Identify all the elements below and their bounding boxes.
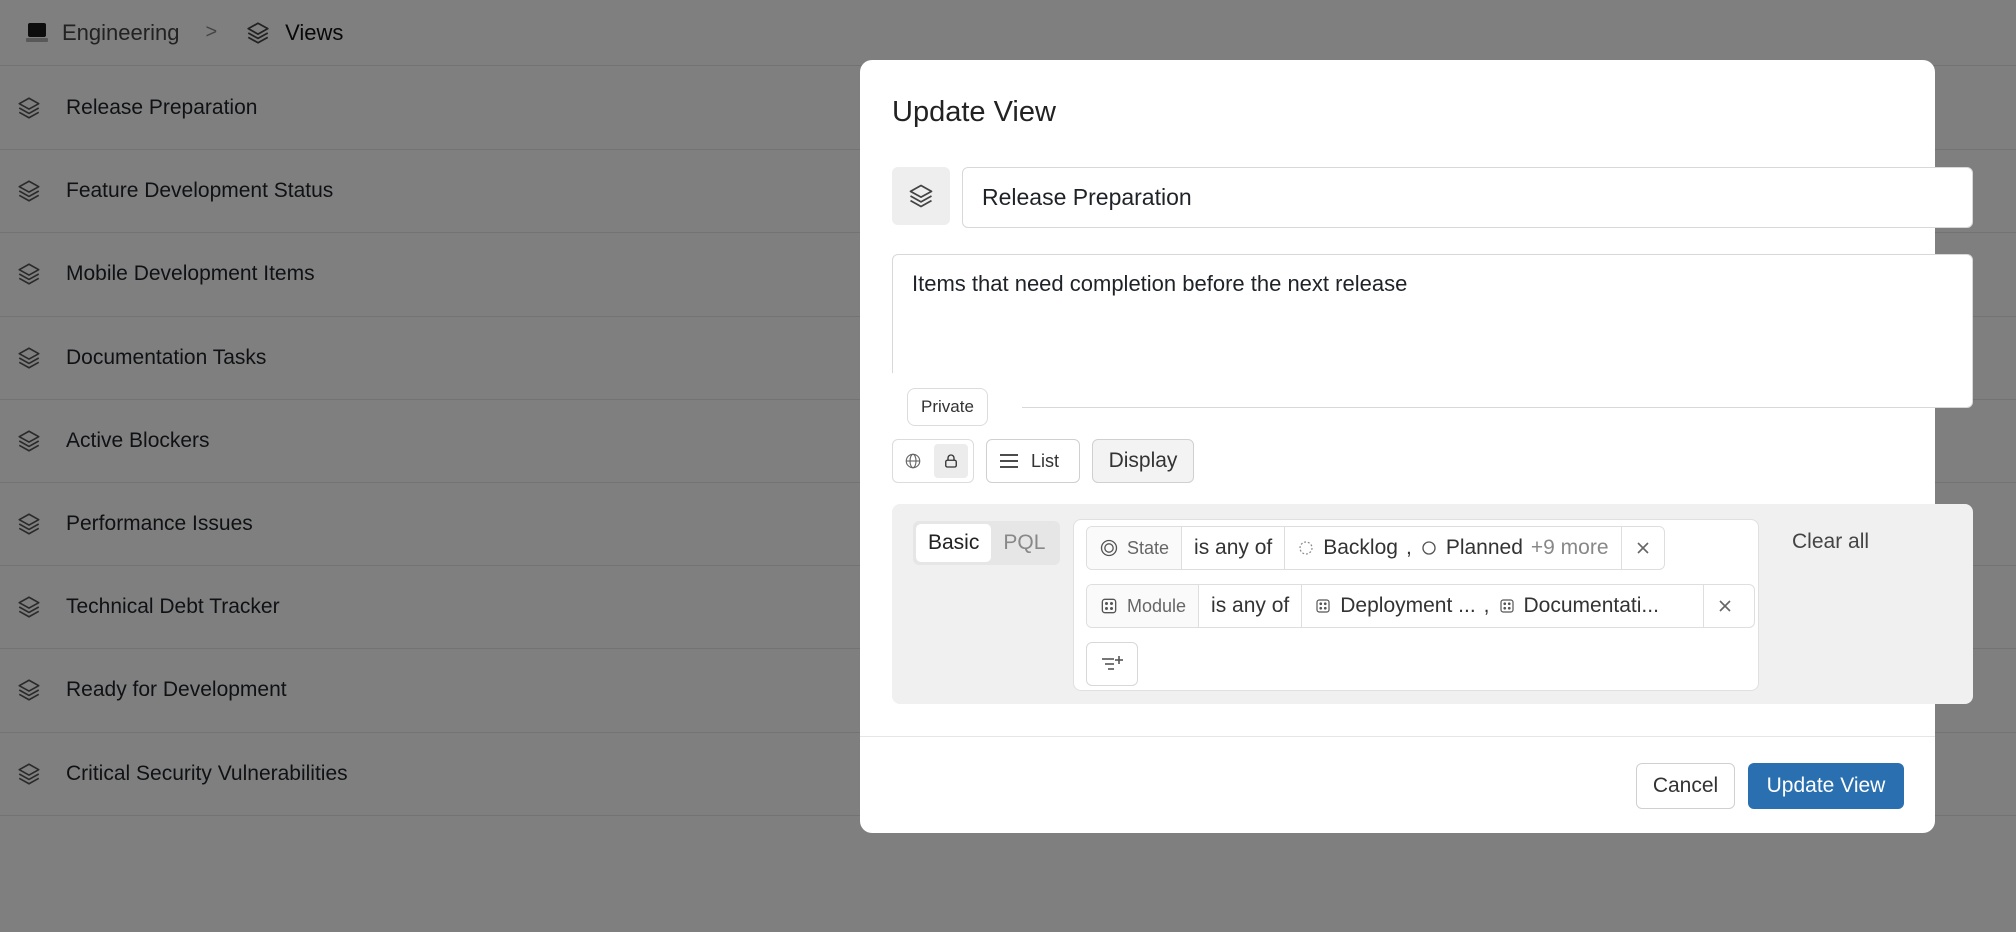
public-access-option[interactable]: [896, 444, 930, 478]
module-icon: [1498, 597, 1516, 615]
filter-operator[interactable]: is any of: [1182, 527, 1286, 569]
remove-filter-button[interactable]: [1622, 527, 1664, 569]
lock-icon: [942, 452, 960, 470]
clear-all-filters-button[interactable]: Clear all: [1792, 530, 1869, 554]
cancel-button[interactable]: Cancel: [1636, 763, 1735, 809]
add-filter-button[interactable]: [1086, 642, 1138, 686]
view-name-input[interactable]: [962, 167, 1973, 228]
filter-value: Documentati...: [1523, 594, 1659, 617]
modal-title: Update View: [892, 96, 1056, 128]
filter-panel: Basic PQL State is any of Backlog , Plan…: [892, 504, 1973, 704]
filter-row-state: State is any of Backlog , Planned +9 mor…: [1086, 526, 1665, 570]
filter-operator[interactable]: is any of: [1199, 585, 1303, 627]
tab-basic[interactable]: Basic: [916, 524, 992, 562]
tab-pql[interactable]: PQL: [991, 524, 1057, 562]
module-icon: [1314, 597, 1332, 615]
filter-list: State is any of Backlog , Planned +9 mor…: [1073, 519, 1759, 691]
backlog-state-icon: [1297, 539, 1315, 557]
access-toggle[interactable]: [892, 439, 974, 483]
update-view-button[interactable]: Update View: [1748, 763, 1904, 809]
globe-icon: [904, 452, 922, 470]
module-icon: [1099, 596, 1119, 616]
layout-dropdown[interactable]: List: [986, 439, 1080, 483]
value-separator: ,: [1483, 594, 1490, 617]
filter-property[interactable]: State: [1087, 527, 1183, 569]
value-separator: ,: [1405, 536, 1412, 559]
more-values-count: +9 more: [1530, 536, 1609, 559]
update-view-modal: Update View Items that need completion b…: [860, 60, 1973, 833]
filter-mode-tabs: Basic PQL: [913, 521, 1061, 565]
list-icon: [999, 453, 1019, 469]
access-tooltip: Private: [907, 388, 988, 426]
close-icon: [1718, 599, 1732, 613]
layers-icon: [907, 182, 935, 210]
filter-value: Planned: [1445, 536, 1523, 559]
modal-footer-divider: [860, 736, 1935, 737]
remove-filter-button[interactable]: [1704, 585, 1746, 627]
filter-row-module: Module is any of Deployment ... , Docume…: [1086, 584, 1755, 628]
filter-value: Deployment ...: [1340, 594, 1476, 617]
planned-state-icon: [1420, 539, 1438, 557]
display-button[interactable]: Display: [1092, 439, 1194, 483]
filter-values[interactable]: Backlog , Planned +9 more: [1285, 527, 1622, 569]
filter-property-label: Module: [1127, 595, 1187, 616]
view-description-input[interactable]: Items that need completion before the ne…: [892, 254, 1973, 408]
filter-value: Backlog: [1323, 536, 1398, 559]
view-icon-picker[interactable]: [892, 167, 950, 225]
filter-property[interactable]: Module: [1087, 585, 1200, 627]
filter-property-label: State: [1127, 537, 1170, 558]
filter-values[interactable]: Deployment ... , Documentati...: [1302, 585, 1705, 627]
state-icon: [1099, 538, 1119, 558]
private-access-option[interactable]: [934, 444, 968, 478]
layout-label: List: [1031, 450, 1060, 471]
close-icon: [1636, 541, 1650, 555]
filter-add-icon: [1100, 654, 1124, 674]
